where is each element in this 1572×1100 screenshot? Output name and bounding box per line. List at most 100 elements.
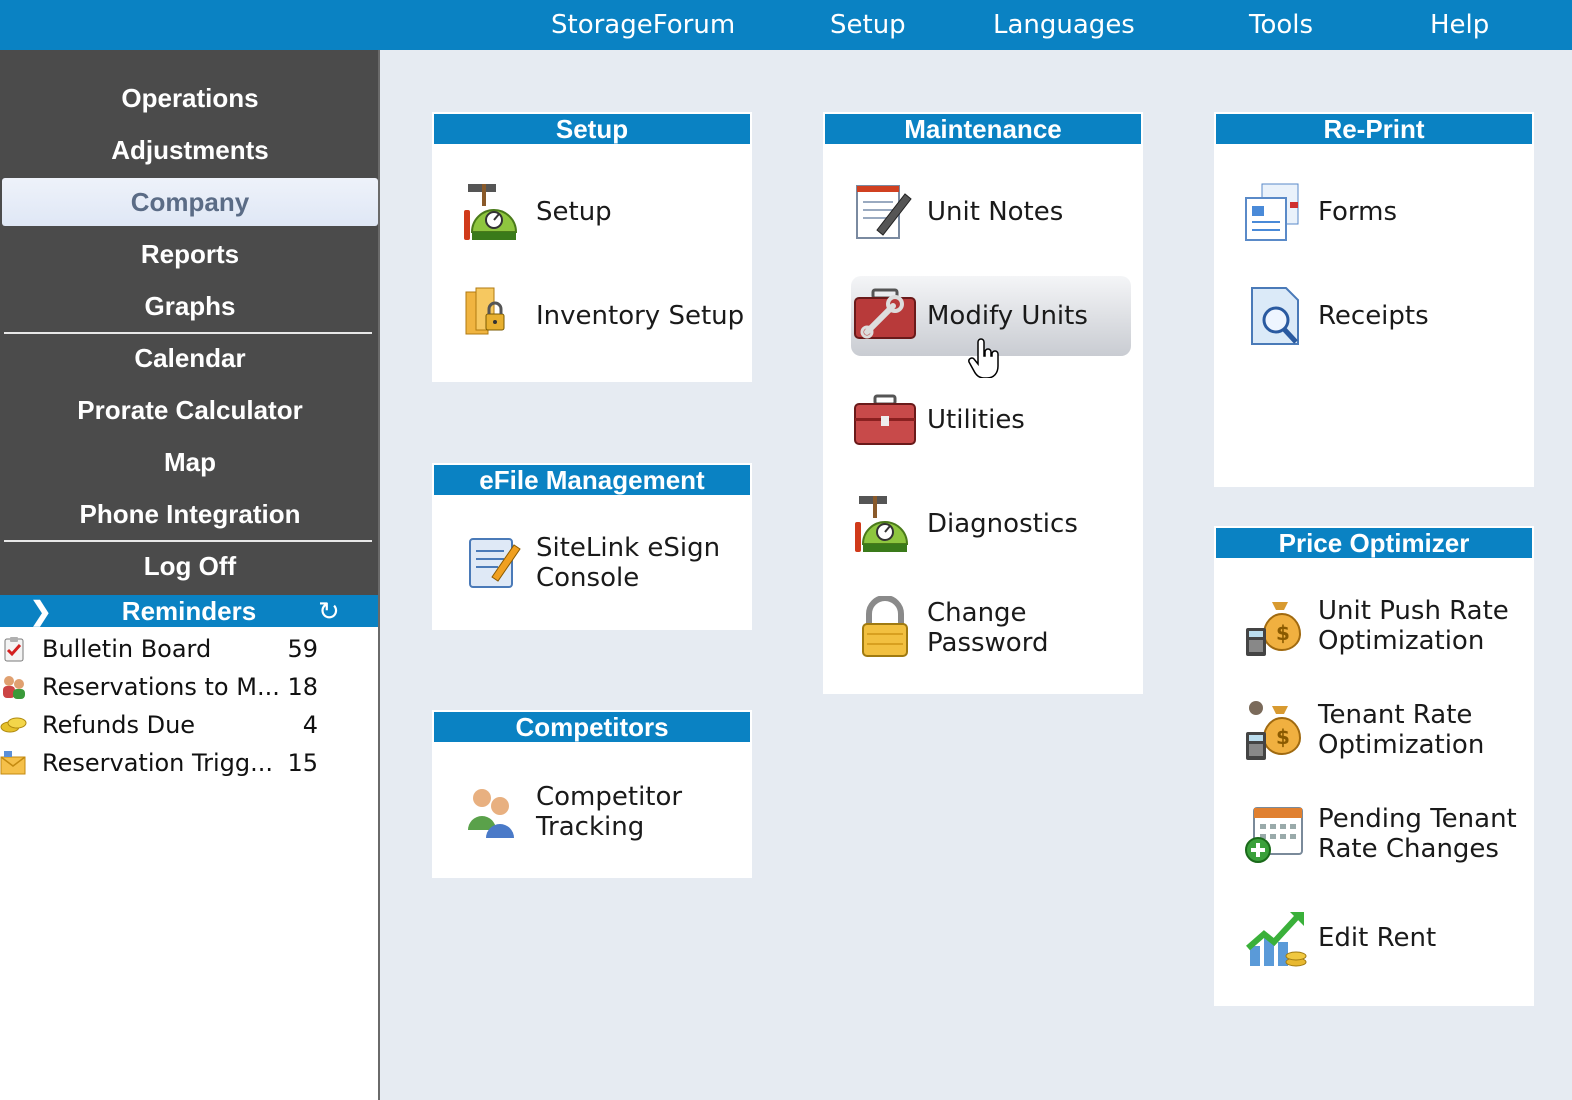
pending-tenant-line2: Rate Changes [1318,834,1499,864]
reminder-item[interactable]: Reservation Trigg... 15 [0,745,378,781]
esign-label-line1: SiteLink eSign [536,533,721,563]
unit-push-rate-optimization-link[interactable]: $ Unit Push Rate Optimization [1214,594,1534,658]
change-password-line1: Change [927,598,1027,628]
top-menu-bar: StorageForum Setup Languages Tools Help [0,0,1572,50]
padlock-icon [862,596,908,657]
calendar-add-icon [1245,807,1303,863]
diagnostics-tools-icon [855,496,909,552]
tenant-rate-line2: Optimization [1318,730,1485,760]
pending-tenant-line1: Pending Tenant [1318,804,1517,834]
toolbox-icon [854,394,916,445]
tenant-money-bag-icon: $ [1246,701,1302,760]
forms-label: Forms [1318,197,1398,227]
esign-label-line2: Console [536,563,640,593]
nav-calendar[interactable]: Calendar [0,334,380,382]
unit-push-rate-line2: Optimization [1318,626,1485,656]
forms-icon [1245,183,1299,241]
chevron-right-icon[interactable]: ❯ [30,595,52,627]
svg-text:$: $ [1276,621,1290,645]
reminder-item[interactable]: Refunds Due 4 [0,707,378,743]
change-password-link[interactable]: Change Password [823,596,1143,660]
esign-document-icon [469,538,521,588]
setup-link[interactable]: Setup [432,180,752,244]
forms-link[interactable]: Forms [1214,180,1534,244]
price-optimizer-panel: Price Optimizer $ Unit Push Rate Optimiz… [1214,526,1534,1006]
panel-title: Price Optimizer [1216,528,1532,558]
people-group-icon [468,789,514,838]
edit-rent-label: Edit Rent [1318,923,1437,953]
nav-log-off[interactable]: Log Off [0,542,380,590]
panel-title: Maintenance [825,114,1141,144]
receipts-link[interactable]: Receipts [1214,284,1534,348]
rising-chart-icon [1246,912,1307,967]
reminders-header: Reminders ❯ ↻ [0,595,378,627]
panel-title: Competitors [434,712,750,742]
menu-help[interactable]: Help [1430,0,1489,50]
pending-tenant-rate-changes-link[interactable]: Pending Tenant Rate Changes [1214,802,1534,866]
utilities-link[interactable]: Utilities [823,388,1143,452]
unit-push-rate-line1: Unit Push Rate [1318,596,1509,626]
setup-panel: Setup Setup Inventory Setup [432,112,752,382]
nav-reports[interactable]: Reports [0,230,380,278]
nav-adjustments[interactable]: Adjustments [0,126,380,174]
menu-storageforum[interactable]: StorageForum [551,0,735,50]
refresh-icon[interactable]: ↻ [318,595,340,627]
nav-phone-integration[interactable]: Phone Integration [0,490,380,538]
change-password-line2: Password [927,628,1049,658]
main-content: Setup Setup Inventory Setup eFile Manage… [378,50,1572,1100]
reminder-count: 4 [302,711,318,739]
diagnostics-label: Diagnostics [927,509,1078,539]
setup-label: Setup [536,197,612,227]
menu-tools[interactable]: Tools [1249,0,1313,50]
reminder-label: Reservation Trigg... [42,749,274,777]
reminder-label: Refunds Due [42,711,196,739]
svg-text:$: $ [1276,725,1290,749]
unit-notes-link[interactable]: Unit Notes [823,180,1143,244]
envelope-icon [0,751,26,775]
diagnostics-link[interactable]: Diagnostics [823,492,1143,556]
competitor-tracking-line2: Tracking [536,812,645,842]
reminder-count: 18 [287,673,318,701]
modify-units-label: Modify Units [927,301,1088,331]
tenant-rate-line1: Tenant Rate [1318,700,1473,730]
notepad-pencil-icon [856,185,912,239]
efile-management-panel: eFile Management SiteLink eSign Console [432,463,752,630]
people-icon [3,676,25,699]
inventory-setup-label: Inventory Setup [536,301,745,331]
receipt-magnifier-icon [1251,287,1299,345]
toolbox-wrench-icon [854,288,916,339]
reminder-count: 15 [287,749,318,777]
coins-icon [0,717,27,733]
clipboard-check-icon [4,637,24,662]
unit-notes-label: Unit Notes [927,197,1064,227]
hand-cursor-icon [968,338,999,378]
nav-prorate-calculator[interactable]: Prorate Calculator [0,386,380,434]
nav-graphs[interactable]: Graphs [0,282,380,330]
competitor-tracking-link[interactable]: Competitor Tracking [432,780,752,844]
inventory-lock-icon [465,287,505,335]
reminder-label: Reservations to M... [42,673,280,701]
menu-languages[interactable]: Languages [993,0,1135,50]
utilities-label: Utilities [927,405,1025,435]
setup-tools-icon [464,184,518,240]
reminder-label: Bulletin Board [42,635,212,663]
reminder-item[interactable]: Reservations to M... 18 [0,669,378,705]
panel-title: eFile Management [434,465,750,495]
menu-setup[interactable]: Setup [830,0,906,50]
nav-company[interactable]: Company [2,178,378,226]
competitor-tracking-line1: Competitor [536,782,683,812]
inventory-setup-link[interactable]: Inventory Setup [432,284,752,348]
edit-rent-link[interactable]: Edit Rent [1214,906,1534,970]
reminder-item[interactable]: Bulletin Board 59 [0,631,378,667]
panel-title: Re-Print [1216,114,1532,144]
nav-map[interactable]: Map [0,438,380,486]
tenant-rate-optimization-link[interactable]: $ Tenant Rate Optimization [1214,698,1534,762]
competitors-panel: Competitors Competitor Tracking [432,710,752,878]
sitelink-esign-console-link[interactable]: SiteLink eSign Console [432,531,752,595]
receipts-label: Receipts [1318,301,1429,331]
nav-operations[interactable]: Operations [0,74,380,122]
money-bag-calculator-icon: $ [1246,602,1302,656]
reminder-count: 59 [287,635,318,663]
maintenance-panel: Maintenance Unit Notes Modify Units Util… [823,112,1143,694]
left-navigation: Operations Adjustments Company Reports G… [0,50,380,595]
